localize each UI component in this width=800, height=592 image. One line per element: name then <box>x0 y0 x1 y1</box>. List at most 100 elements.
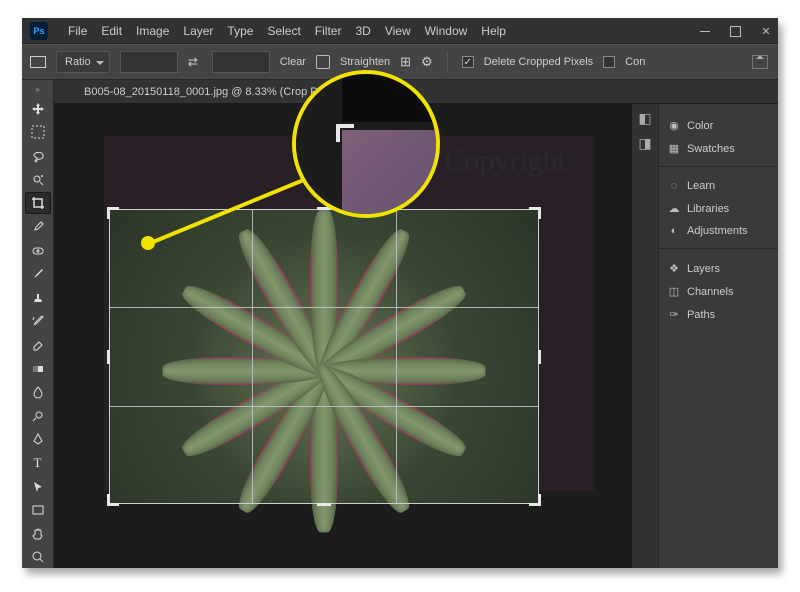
panel-group-color: ◉ Color ▦ Swatches <box>659 110 778 167</box>
quick-select-tool[interactable] <box>25 169 51 191</box>
history-brush-tool[interactable] <box>25 311 51 333</box>
overlay-grid-icon[interactable]: ⊞ <box>400 54 411 70</box>
menu-bar: Ps File Edit Image Layer Type Select Fil… <box>22 18 778 44</box>
menu-select[interactable]: Select <box>267 24 300 38</box>
menu-file[interactable]: File <box>68 24 87 38</box>
callout-anchor-dot <box>141 236 155 250</box>
crop-handle-right[interactable] <box>527 350 541 364</box>
crop-height-input[interactable] <box>212 51 270 73</box>
clone-stamp-tool[interactable] <box>25 287 51 309</box>
magnifier-callout <box>292 70 440 218</box>
menu-type[interactable]: Type <box>227 24 253 38</box>
menu-view[interactable]: View <box>385 24 411 38</box>
crop-handle-bottom-right[interactable] <box>527 492 541 506</box>
layers-icon: ❖ <box>667 262 681 275</box>
lasso-tool[interactable] <box>25 145 51 167</box>
tools-panel: » T <box>22 80 54 568</box>
window-minimize-button[interactable] <box>700 31 712 32</box>
straighten-button[interactable]: Straighten <box>340 56 390 68</box>
ratio-mode-dropdown[interactable]: Ratio <box>56 51 110 73</box>
delete-cropped-label: Delete Cropped Pixels <box>484 56 593 68</box>
eraser-tool[interactable] <box>25 334 51 356</box>
channels-icon: ◫ <box>667 285 681 298</box>
content-aware-checkbox[interactable]: ✓ <box>603 56 615 68</box>
adjustments-icon: ◐ <box>667 225 681 237</box>
crop-handle-top-right[interactable] <box>527 207 541 221</box>
divider <box>447 51 448 73</box>
history-panel-icon[interactable]: ◧ <box>638 110 651 127</box>
crop-handle-top-left[interactable] <box>107 207 121 221</box>
channels-panel-tab[interactable]: ◫ Channels <box>659 280 778 303</box>
swatches-panel-label: Swatches <box>687 143 735 155</box>
paths-icon: ✑ <box>667 308 681 321</box>
right-panels: ◉ Color ▦ Swatches ◌ Learn ☁ Libraries ◐Adju… <box>658 104 778 568</box>
eyedropper-tool[interactable] <box>25 216 51 238</box>
libraries-icon: ☁ <box>667 202 681 215</box>
swatches-panel-tab[interactable]: ▦ Swatches <box>659 137 778 160</box>
layers-panel-label: Layers <box>687 263 720 275</box>
crop-handle-bottom-left[interactable] <box>107 492 121 506</box>
type-tool[interactable]: T <box>25 452 51 474</box>
channels-panel-label: Channels <box>687 286 733 298</box>
dodge-tool[interactable] <box>25 405 51 427</box>
color-panel-label: Color <box>687 120 713 132</box>
learn-icon: ◌ <box>667 180 681 192</box>
collapsed-panel-strip: ◧ ◨ <box>632 104 658 152</box>
menu-filter[interactable]: Filter <box>315 24 342 38</box>
crop-options-gear-icon[interactable]: ⚙ <box>421 54 433 70</box>
adjustments-panel-tab[interactable]: ◐Adjustments <box>659 220 778 242</box>
properties-panel-icon[interactable]: ◨ <box>638 135 651 152</box>
crop-handle-bottom[interactable] <box>317 492 331 506</box>
swap-dimensions-icon[interactable] <box>188 55 202 69</box>
layers-panel-tab[interactable]: ❖ Layers <box>659 257 778 280</box>
delete-cropped-checkbox[interactable]: ✓ <box>462 56 474 68</box>
path-select-tool[interactable] <box>25 476 51 498</box>
paths-panel-tab[interactable]: ✑ Paths <box>659 303 778 326</box>
share-icon[interactable] <box>752 55 768 69</box>
brush-tool[interactable] <box>25 263 51 285</box>
magnified-crop-handle-icon <box>336 124 358 146</box>
pen-tool[interactable] <box>25 429 51 451</box>
learn-panel-tab[interactable]: ◌ Learn <box>659 175 778 197</box>
blur-tool[interactable] <box>25 381 51 403</box>
crop-width-input[interactable] <box>120 51 178 73</box>
app-logo: Ps <box>30 22 48 40</box>
clear-button[interactable]: Clear <box>280 56 306 68</box>
gradient-tool[interactable] <box>25 358 51 380</box>
healing-brush-tool[interactable] <box>25 240 51 262</box>
crop-tool[interactable] <box>25 192 51 214</box>
zoom-tool[interactable] <box>25 546 51 568</box>
ratio-mode-label: Ratio <box>65 56 91 68</box>
move-tool[interactable] <box>25 98 51 120</box>
swatches-icon: ▦ <box>667 142 681 155</box>
copyright-watermark: Copyright <box>444 144 566 178</box>
menu-help[interactable]: Help <box>481 24 506 38</box>
content-aware-label: Con <box>625 56 645 68</box>
libraries-panel-tab[interactable]: ☁ Libraries <box>659 197 778 220</box>
color-icon: ◉ <box>667 119 681 132</box>
panel-group-learn: ◌ Learn ☁ Libraries ◐Adjustments <box>659 171 778 249</box>
hand-tool[interactable] <box>25 523 51 545</box>
window-controls <box>700 18 772 44</box>
menu-layer[interactable]: Layer <box>183 24 213 38</box>
menu-image[interactable]: Image <box>136 24 169 38</box>
paths-panel-label: Paths <box>687 309 715 321</box>
window-close-button[interactable] <box>760 25 772 38</box>
menu-3d[interactable]: 3D <box>355 24 370 38</box>
learn-panel-label: Learn <box>687 180 715 192</box>
panel-group-layers: ❖ Layers ◫ Channels ✑ Paths <box>659 253 778 332</box>
window-maximize-button[interactable] <box>730 26 742 37</box>
color-panel-tab[interactable]: ◉ Color <box>659 114 778 137</box>
rectangle-tool[interactable] <box>25 499 51 521</box>
crop-preset-icon[interactable] <box>30 56 46 68</box>
toolbar-collapse-icon[interactable]: » <box>22 84 53 96</box>
callout-leader-line <box>148 179 308 249</box>
straighten-icon[interactable] <box>316 55 330 69</box>
crop-preview-image <box>109 209 539 504</box>
libraries-panel-label: Libraries <box>687 203 729 215</box>
menu-window[interactable]: Window <box>425 24 468 38</box>
menu-edit[interactable]: Edit <box>101 24 122 38</box>
marquee-tool[interactable] <box>25 122 51 144</box>
crop-handle-left[interactable] <box>107 350 121 364</box>
crop-box[interactable] <box>109 209 539 504</box>
